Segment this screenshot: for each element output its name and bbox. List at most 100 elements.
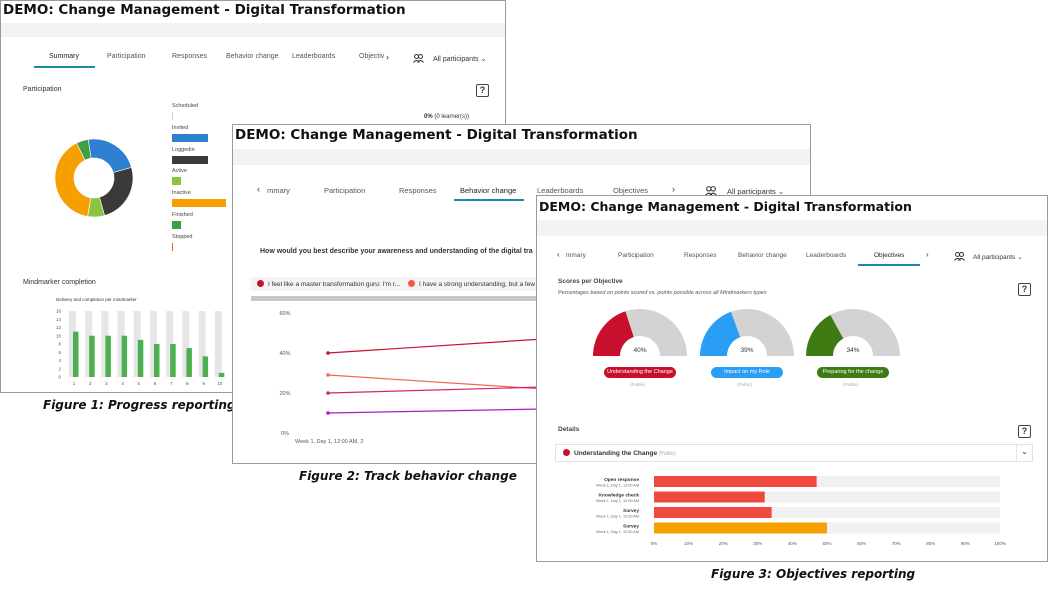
gauge: 39% bbox=[700, 309, 794, 356]
series-line bbox=[327, 338, 543, 354]
y-tick-label: 0% bbox=[281, 431, 289, 437]
bar-value bbox=[654, 507, 772, 518]
help-icon[interactable]: ? bbox=[1018, 425, 1031, 438]
status-bar-active bbox=[172, 177, 181, 186]
tab-responses[interactable]: Responses bbox=[172, 53, 207, 60]
bar-completed bbox=[105, 335, 111, 377]
gauge: 34% bbox=[806, 309, 900, 356]
bar-value bbox=[654, 476, 817, 487]
tab-objectives[interactable]: Objectiv bbox=[359, 53, 384, 60]
objective-selector[interactable]: Understanding the Change (Public) ⌄ bbox=[555, 444, 1033, 462]
mindmarker-bar-chart: 02468101214161 2 3 4 5 6 7 8 9 10 bbox=[56, 309, 225, 386]
gauge-value: 34% bbox=[846, 347, 859, 354]
help-icon[interactable]: ? bbox=[476, 84, 489, 97]
objective-badge: Preparing for the change bbox=[817, 367, 889, 378]
chevron-left-icon[interactable]: ‹ bbox=[257, 184, 260, 194]
donut-slice-invited bbox=[87, 138, 132, 173]
legend-scrollbar[interactable] bbox=[251, 296, 551, 301]
tab-objectives[interactable]: Objectives bbox=[613, 186, 648, 195]
tab-bar: Summary Participation Responses Behavior… bbox=[1, 52, 505, 73]
tab-objectives[interactable]: Objectives bbox=[874, 252, 904, 259]
bar-completed bbox=[202, 356, 209, 377]
legend-item[interactable]: I have a strong understanding, but a few bbox=[408, 280, 535, 288]
x-tick-label: 1 bbox=[73, 381, 76, 386]
window-objectives-reporting: DEMO: Change Management - Digital Transf… bbox=[536, 195, 1048, 562]
x-tick-label: 50% bbox=[822, 541, 831, 546]
users-icon bbox=[413, 54, 424, 63]
status-value: 0% bbox=[424, 114, 433, 120]
y-tick-label: 6 bbox=[58, 350, 61, 355]
x-tick-label: 40% bbox=[788, 541, 797, 546]
legend-item[interactable]: I feel like a master transformation guru… bbox=[257, 280, 400, 288]
x-tick-label: 10% bbox=[684, 541, 693, 546]
details-bar-chart: Open responseWeek 1, Day 1, 12:00 AMKnow… bbox=[596, 476, 1006, 546]
tab-leaderboards[interactable]: Leaderboards bbox=[806, 252, 846, 259]
y-tick-label: 60% bbox=[279, 311, 290, 317]
tab-responses[interactable]: Responses bbox=[399, 186, 437, 195]
x-tick-label: 90% bbox=[961, 541, 970, 546]
bar-value bbox=[654, 522, 827, 534]
status-label-scheduled: Scheduled bbox=[172, 103, 198, 109]
bar-label: Open response bbox=[604, 477, 639, 483]
chevron-right-icon[interactable]: › bbox=[672, 184, 675, 194]
caption-figure-3: Figure 3: Objectives reporting bbox=[711, 567, 916, 581]
tab-behavior-change[interactable]: Behavior change bbox=[460, 186, 516, 195]
tab-responses[interactable]: Responses bbox=[684, 252, 717, 259]
tab-leaderboards[interactable]: Leaderboards bbox=[292, 53, 335, 60]
mindmarker-chart-title: Delivery and completion per mindmarker bbox=[56, 297, 137, 302]
legend-label: I feel like a master transformation guru… bbox=[268, 281, 401, 288]
tab-behavior-change[interactable]: Behavior change bbox=[738, 252, 787, 259]
tab-participation[interactable]: Participation bbox=[107, 53, 146, 60]
series-point bbox=[326, 391, 330, 395]
x-tick-label: 9 bbox=[202, 381, 205, 386]
x-tick-label: 30% bbox=[753, 541, 762, 546]
chevron-left-icon[interactable]: ‹ bbox=[557, 250, 560, 259]
gauge-value: 39% bbox=[740, 347, 753, 354]
tab-summary[interactable]: Summary bbox=[49, 53, 79, 60]
tab-participation[interactable]: Participation bbox=[618, 252, 654, 259]
tab-leaderboards[interactable]: Leaderboards bbox=[537, 186, 583, 195]
objective-name: Understanding the Change bbox=[574, 450, 658, 457]
window-title: DEMO: Change Management - Digital Transf… bbox=[235, 127, 638, 143]
help-icon[interactable]: ? bbox=[1018, 283, 1031, 296]
series-point bbox=[326, 373, 330, 377]
x-tick-label: 20% bbox=[719, 541, 728, 546]
objective-visibility: (Public) bbox=[843, 382, 859, 387]
series-point bbox=[326, 411, 330, 415]
bar-label: Survey bbox=[623, 524, 639, 530]
x-tick-label: 6 bbox=[154, 381, 157, 386]
objective-gauges: 40% Understanding the Change (Public) 39% Im… bbox=[537, 306, 1047, 396]
tab-summary[interactable]: mmary bbox=[267, 186, 290, 195]
chevron-down-icon[interactable]: ⌄ bbox=[1016, 445, 1032, 461]
bar-sublabel: Week 1, Day 1, 12:00 AM bbox=[596, 530, 639, 534]
donut-slice-loggedin bbox=[99, 167, 134, 216]
y-tick-label: 0 bbox=[58, 375, 61, 380]
status-label-finished: Finished bbox=[172, 212, 193, 218]
status-label-invited: Invited bbox=[172, 124, 189, 131]
caption-figure-1: Figure 1: Progress reporting bbox=[43, 398, 236, 412]
y-tick-label: 4 bbox=[58, 358, 61, 363]
tab-summary[interactable]: mmary bbox=[566, 252, 586, 259]
bar-completed bbox=[186, 348, 192, 377]
title-band bbox=[233, 149, 810, 165]
bar-sublabel: Week 1, Day 1, 12:00 AM bbox=[596, 499, 639, 503]
scores-subtitle: Percentages based on points scored vs. p… bbox=[558, 290, 767, 296]
y-tick-label: 16 bbox=[56, 309, 62, 314]
tab-participation[interactable]: Participation bbox=[324, 186, 365, 195]
x-tick-label: 70% bbox=[892, 541, 901, 546]
objective-dot bbox=[563, 449, 570, 456]
participants-filter[interactable]: All participants ⌄ bbox=[433, 55, 486, 63]
chevron-right-icon[interactable]: › bbox=[386, 52, 389, 62]
y-tick-label: 14 bbox=[56, 317, 62, 322]
status-bar-finished bbox=[172, 221, 181, 229]
chevron-right-icon[interactable]: › bbox=[926, 250, 929, 259]
bar-value bbox=[654, 491, 765, 503]
participants-filter[interactable]: All participants ⌄ bbox=[973, 253, 1023, 261]
x-tick-label: Week 1, Day 1, 12:00 AM, 2 bbox=[295, 439, 363, 445]
bar-delivered bbox=[214, 311, 222, 377]
tab-behavior-change[interactable]: Behavior change bbox=[226, 53, 279, 60]
x-tick-label: 2 bbox=[89, 381, 92, 386]
participation-title: Participation bbox=[23, 86, 62, 93]
bar-completed bbox=[170, 344, 176, 377]
gauge-value: 40% bbox=[633, 347, 646, 354]
